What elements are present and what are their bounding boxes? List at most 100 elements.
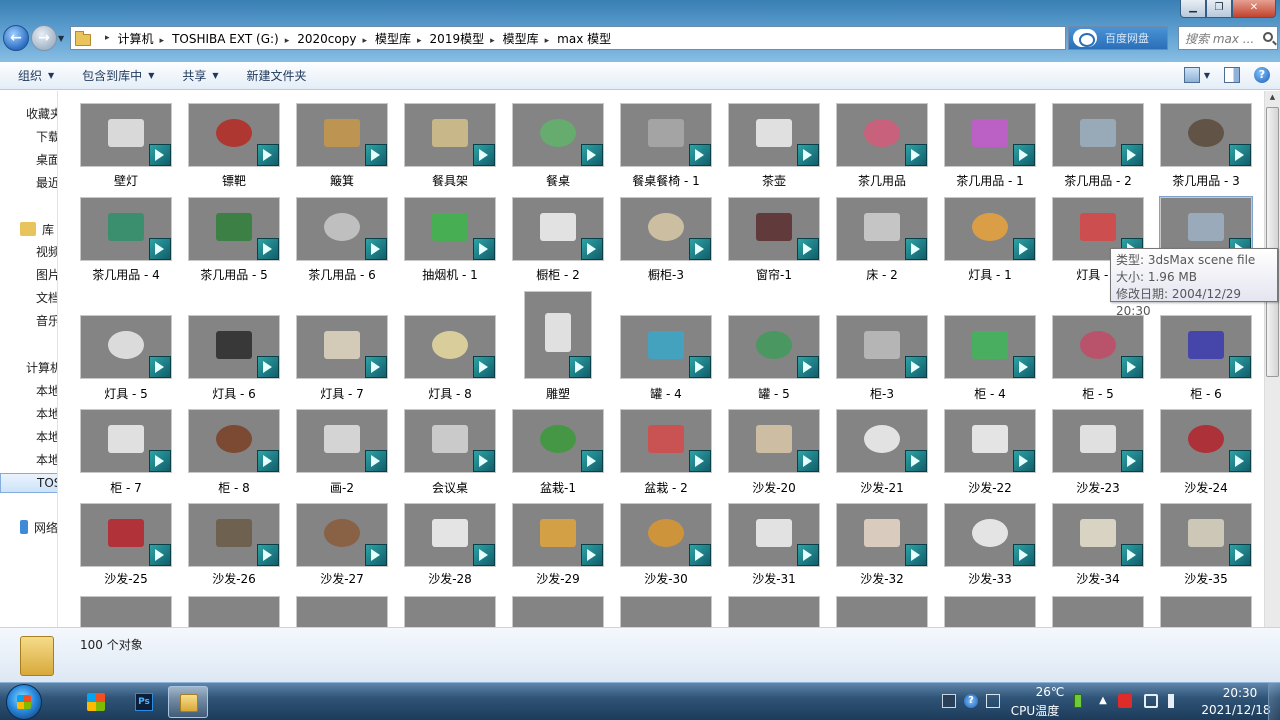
breadcrumb-separator[interactable]: ▸ [490, 36, 495, 46]
model-preview [864, 212, 900, 242]
sidebar-item[interactable]: 下载 [0, 126, 57, 146]
file-thumbnail[interactable] [728, 596, 820, 627]
new-folder-button[interactable]: 新建文件夹 [237, 67, 317, 84]
breadcrumb-separator[interactable]: ▸ [362, 36, 367, 46]
show-desktop-button[interactable] [1268, 683, 1280, 720]
breadcrumb-item[interactable]: TOSHIBA EXT (G:) [172, 32, 279, 46]
show-hidden-icons-chevron-icon[interactable]: ▲ [1096, 694, 1110, 708]
sidebar-item[interactable]: 图片 [0, 264, 57, 284]
max-file-type-icon [473, 544, 495, 566]
chevron-down-icon: ▼ [48, 71, 55, 80]
search-icon[interactable] [1263, 32, 1273, 42]
keyboard-icon[interactable] [942, 694, 956, 708]
breadcrumb-item[interactable]: 模型库 [503, 30, 539, 47]
address-path-box[interactable]: ▸ 计算机 ▸ TOSHIBA EXT (G:) ▸ 2020copy ▸ 模型库 ▸ 2019… [70, 26, 1066, 50]
scrollbar-thumb[interactable] [1266, 107, 1279, 377]
sidebar-item[interactable]: 计算机 [0, 357, 57, 377]
file-thumbnail[interactable] [1052, 596, 1144, 627]
settings-icon[interactable] [986, 694, 1000, 708]
file-thumbnail[interactable] [80, 596, 172, 627]
file-thumbnail[interactable] [620, 596, 712, 627]
sidebar-item[interactable]: 本地磁盘 (C:) [0, 380, 57, 400]
breadcrumb-separator[interactable]: ▸ [545, 36, 550, 46]
sidebar-item[interactable]: 库 [0, 219, 57, 239]
model-preview [972, 518, 1008, 548]
taskbar-app-explorer[interactable] [168, 686, 208, 718]
max-file-type-icon [797, 144, 819, 166]
model-preview [1188, 118, 1224, 148]
taskbar-app-photoshop[interactable]: Ps [124, 686, 164, 718]
help-icon[interactable]: ? [964, 694, 978, 708]
breadcrumb: 计算机 ▸ TOSHIBA EXT (G:) ▸ 2020copy ▸ 模型库 ▸ 2019模型… [118, 30, 612, 47]
max-file-type-icon [149, 356, 171, 378]
breadcrumb-separator[interactable]: ▸ [160, 36, 165, 46]
network-icon [20, 520, 28, 534]
file-thumbnail[interactable] [1160, 596, 1252, 627]
file-thumbnail[interactable] [404, 596, 496, 627]
sidebar-item[interactable]: 桌面 [0, 149, 57, 169]
sidebar-item-label: 文档 [36, 290, 58, 305]
max-file-type-icon [149, 450, 171, 472]
breadcrumb-item[interactable]: max 模型 [557, 30, 611, 47]
clock-date[interactable]: 2021/12/18 [1196, 703, 1276, 717]
help-icon[interactable]: ? [1254, 67, 1270, 83]
model-preview [648, 424, 684, 454]
max-file-type-icon [905, 544, 927, 566]
search-input[interactable]: 搜索 max ... [1178, 26, 1278, 50]
sidebar-item[interactable]: TOSHIBA EXT (G:) [0, 473, 57, 493]
file-thumbnail [404, 409, 496, 473]
command-toolbar: 组织 ▼ 包含到库中 ▼ 共享 ▼ 新建文件夹 ▼ ? [0, 62, 1280, 90]
file-thumbnail [512, 409, 604, 473]
recent-pages-dropdown[interactable]: ▼ [58, 34, 64, 43]
sidebar-item[interactable]: 网络 [0, 517, 57, 537]
include-in-library-menu[interactable]: 包含到库中 ▼ [72, 67, 164, 84]
forward-button[interactable]: → [31, 25, 57, 51]
start-button[interactable] [6, 684, 42, 720]
close-button[interactable]: ✕ [1232, 0, 1276, 18]
back-button[interactable]: ← [3, 25, 29, 51]
breadcrumb-separator[interactable]: ▸ [285, 36, 290, 46]
share-menu[interactable]: 共享 ▼ [172, 67, 228, 84]
change-view-icon[interactable] [1183, 67, 1200, 83]
breadcrumb-item[interactable]: 2019模型 [430, 30, 485, 47]
sidebar-item[interactable]: 文档 [0, 287, 58, 307]
max-file-type-icon [365, 544, 387, 566]
sidebar-item[interactable]: 最近访问的位置 [0, 172, 57, 192]
tooltip-modified: 修改日期: 2004/12/29 20:30 [1116, 287, 1242, 318]
sidebar-item[interactable]: 收藏夹 [0, 103, 57, 123]
baidu-cloud-icon [1073, 29, 1097, 47]
organize-menu[interactable]: 组织 ▼ [8, 67, 64, 84]
taskbar-app-windows-store[interactable] [76, 686, 116, 718]
minimize-button[interactable]: ▁ [1180, 0, 1206, 18]
preview-pane-icon[interactable] [1224, 67, 1240, 83]
file-thumbnail[interactable] [512, 596, 604, 627]
baidu-netdisk-button[interactable]: 百度网盘 [1068, 26, 1168, 50]
file-thumbnail[interactable] [188, 596, 280, 627]
file-thumbnail[interactable] [296, 596, 388, 627]
vertical-scrollbar[interactable]: ▲ [1264, 91, 1280, 627]
view-options-chevron-icon[interactable]: ▼ [1204, 71, 1210, 80]
file-name: 茶几用品 - 2 [1064, 174, 1132, 188]
file-name: 沙发-23 [1076, 481, 1120, 495]
file-thumbnail [512, 197, 604, 261]
sidebar-item[interactable]: 本地磁盘 (D:) [0, 403, 57, 423]
breadcrumb-separator[interactable]: ▸ [417, 36, 422, 46]
security-alert-icon[interactable] [1118, 694, 1132, 708]
scroll-up-icon[interactable]: ▲ [1266, 93, 1279, 106]
sidebar-item[interactable]: 本地磁盘 (F:) [0, 449, 57, 469]
breadcrumb-item[interactable]: 计算机 [118, 30, 154, 47]
file-thumbnail[interactable] [836, 596, 928, 627]
sidebar-item[interactable]: 视频 [0, 241, 57, 261]
breadcrumb-item[interactable]: 2020copy [297, 32, 356, 46]
maximize-button[interactable]: ❐ [1206, 0, 1232, 18]
breadcrumb-separator[interactable]: ▸ [105, 33, 110, 43]
file-thumbnail[interactable] [944, 596, 1036, 627]
sidebar-item[interactable]: 音乐 [0, 310, 57, 330]
breadcrumb-item[interactable]: 模型库 [375, 30, 411, 47]
file-name: 沙发-34 [1076, 572, 1120, 586]
max-file-type-icon [365, 144, 387, 166]
battery-icon[interactable] [1074, 694, 1082, 708]
volume-icon[interactable] [1168, 694, 1178, 708]
network-icon[interactable] [1144, 694, 1158, 708]
sidebar-item[interactable]: 本地磁盘 (E:) [0, 426, 57, 446]
